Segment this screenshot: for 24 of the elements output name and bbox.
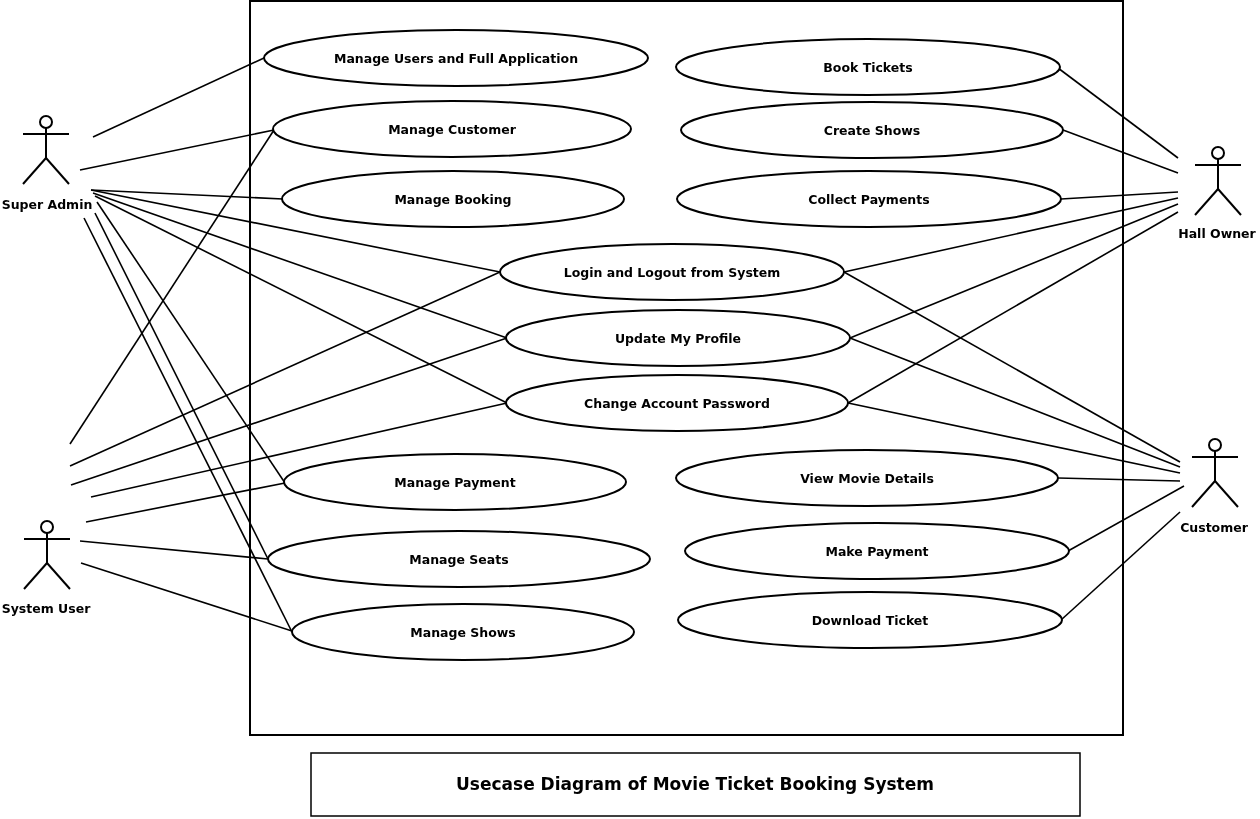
- actor-label: System User: [1, 600, 91, 616]
- use-case: Create Shows: [680, 101, 1064, 159]
- stick-figure-icon: [23, 520, 71, 590]
- use-case: Make Payment: [684, 522, 1070, 580]
- use-case: Manage Booking: [281, 170, 625, 228]
- use-case: Manage Seats: [267, 530, 651, 588]
- use-case: Download Ticket: [677, 591, 1063, 649]
- stick-figure-icon: [22, 115, 70, 185]
- use-case: Manage Shows: [291, 603, 635, 661]
- use-case: Collect Payments: [676, 170, 1062, 228]
- stick-figure-icon: [1191, 438, 1239, 508]
- use-case: Update My Profile: [505, 309, 851, 367]
- use-case: Change Account Password: [505, 374, 849, 432]
- use-case: Book Tickets: [675, 38, 1061, 96]
- use-case: Manage Payment: [283, 453, 627, 511]
- actor-label: Super Admin: [1, 196, 93, 212]
- actor-label: Hall Owner: [1178, 225, 1256, 241]
- use-case: View Movie Details: [675, 449, 1059, 507]
- diagram-title: Usecase Diagram of Movie Ticket Booking System: [310, 752, 1081, 817]
- use-case: Manage Customer: [272, 100, 632, 158]
- use-case: Manage Users and Full Application: [263, 29, 649, 87]
- stick-figure-icon: [1194, 146, 1242, 216]
- use-case: Login and Logout from System: [499, 243, 845, 301]
- actor-label: Customer: [1180, 519, 1248, 535]
